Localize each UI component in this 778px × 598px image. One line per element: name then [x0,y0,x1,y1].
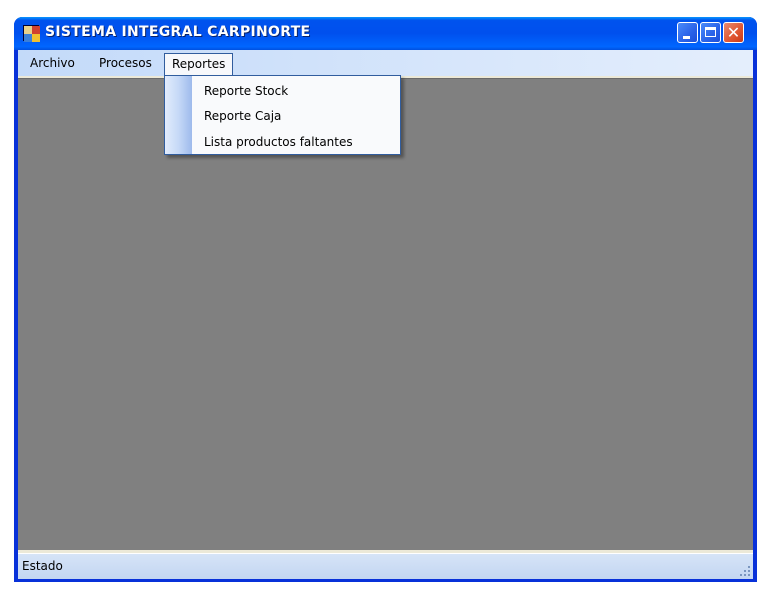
size-grip-icon[interactable] [739,565,751,577]
menu-image-margin [165,76,192,154]
menu-bar: Archivo Procesos Reportes [18,50,753,76]
menu-item-reporte-caja[interactable]: Reporte Caja [204,109,281,123]
menu-procesos[interactable]: Procesos [92,53,159,73]
close-button[interactable]: ✕ [723,22,744,43]
status-bar: Estado [18,553,753,579]
minimize-button[interactable] [677,22,698,43]
app-icon[interactable] [23,25,40,42]
maximize-button[interactable] [700,22,721,43]
menu-reportes[interactable]: Reportes [164,53,234,75]
menu-item-lista-productos-faltantes[interactable]: Lista productos faltantes [204,135,353,149]
window-title: SISTEMA INTEGRAL CARPINORTE [45,24,311,40]
reportes-dropdown-menu: Reporte Stock Reporte Caja Lista product… [164,75,401,155]
status-label: Estado [22,559,63,573]
menu-item-reporte-stock[interactable]: Reporte Stock [204,84,288,98]
menu-archivo[interactable]: Archivo [23,53,82,73]
close-icon: ✕ [726,23,741,42]
title-bar[interactable]: SISTEMA INTEGRAL CARPINORTE ✕ [14,17,757,50]
